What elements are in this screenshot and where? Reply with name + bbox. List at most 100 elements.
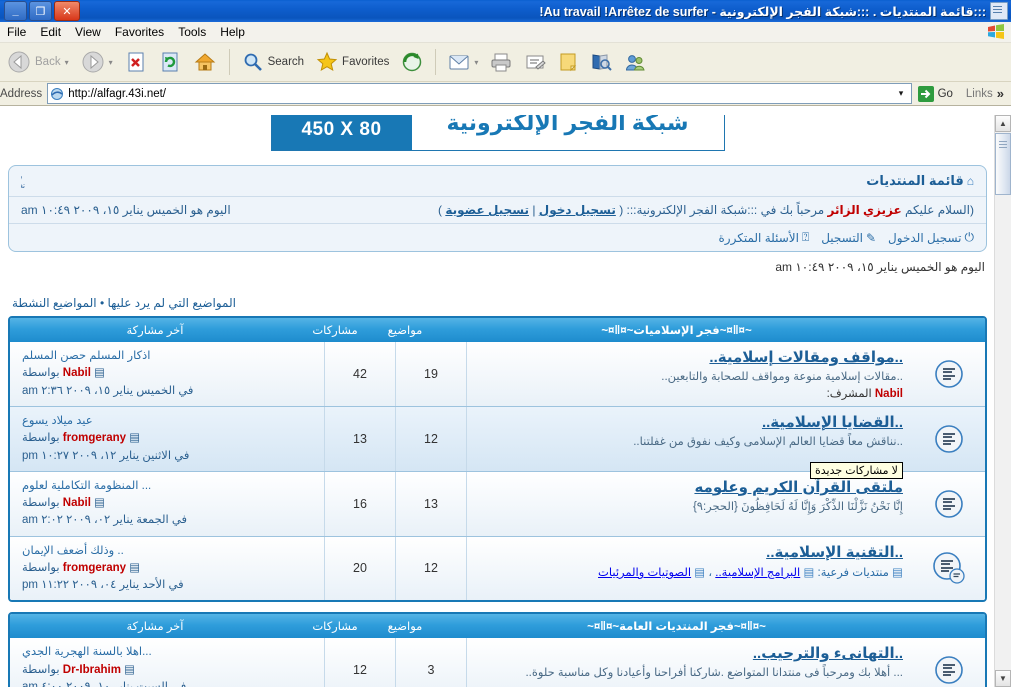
moderator-label: المشرف: xyxy=(826,388,872,401)
stop-icon xyxy=(125,51,147,73)
last-post-author[interactable]: fromgerany xyxy=(63,562,126,574)
go-button[interactable]: Go xyxy=(915,85,959,103)
goto-post-icon[interactable]: ▤ xyxy=(94,367,105,379)
last-post-cell: عيد ميلاد يسوع ▤ fromgerany بواسطة في ال… xyxy=(10,407,324,471)
scroll-up-button[interactable]: ▲ xyxy=(995,115,1011,132)
forum-name-link[interactable]: ..التهانىء والترحيب.. xyxy=(753,645,903,662)
last-post-author[interactable]: Nabil xyxy=(63,497,91,509)
moderator-name[interactable]: Nabil xyxy=(875,388,903,400)
last-post-author[interactable]: fromgerany xyxy=(63,432,126,444)
nav-register[interactable]: ✎ التسجيل xyxy=(821,231,876,245)
subforum-link-1[interactable]: البرامج الإسلامية.. xyxy=(715,567,800,579)
address-chevron-down-icon[interactable]: ▾ xyxy=(894,85,909,102)
address-url: http://alfagr.43i.net/ xyxy=(68,87,167,100)
toolbar-overflow-icon[interactable]: » xyxy=(997,86,1007,101)
forum-name-link[interactable]: ملتقى القرآن الكريم وعلومه xyxy=(694,479,903,496)
mail-button[interactable]: ▾ xyxy=(443,44,483,80)
last-post-title[interactable]: اذكار المسلم حصن المسلم xyxy=(22,348,312,365)
category-title[interactable]: ~¤ǁ¤~فجر الإسلاميات~¤ǁ¤~ xyxy=(440,323,913,337)
nav-login[interactable]: ⏻ تسجيل الدخول xyxy=(888,230,974,245)
home-button[interactable] xyxy=(188,44,222,80)
edit-page-icon xyxy=(524,52,547,72)
ad-banner[interactable]: 450 X 80 شبكة الفجر الإلكترونية xyxy=(270,115,725,151)
home-small-icon[interactable]: ⌂ xyxy=(967,174,974,188)
print-button[interactable] xyxy=(485,44,517,80)
welcome-prefix: (السلام عليكم xyxy=(905,203,974,217)
history-button[interactable] xyxy=(396,44,428,80)
edit-button[interactable] xyxy=(519,44,551,80)
login-link[interactable]: تسجيل دخول xyxy=(539,203,616,217)
vertical-scrollbar[interactable]: ▲ ▼ xyxy=(994,115,1011,687)
address-label: Address xyxy=(0,87,43,100)
last-post-by-label: بواسطة xyxy=(22,561,60,574)
menu-file[interactable]: File xyxy=(0,23,33,41)
forum-description: ... أهلا بك ومرحباً فى منتدانا المتواضع … xyxy=(525,666,903,679)
discuss-button[interactable] xyxy=(553,44,583,80)
topic-filter-links: المواضيع التي لم يرد عليها • المواضيع ال… xyxy=(0,296,985,310)
forum-no-new-posts-icon[interactable] xyxy=(934,424,964,454)
forward-chevron-down-icon[interactable]: ▾ xyxy=(109,58,113,67)
forum-status-icon-cell xyxy=(913,537,985,601)
favorites-button[interactable]: Favorites xyxy=(311,44,394,80)
forum-name-link[interactable]: ..مواقف ومقالات إسلامية.. xyxy=(709,349,903,366)
table-row[interactable]: ..مواقف ومقالات إسلامية.. ..مقالات إسلام… xyxy=(10,342,985,408)
breadcrumb[interactable]: قائمة المنتديات xyxy=(55,173,964,189)
links-button[interactable]: Links » xyxy=(962,86,1011,101)
last-post-title[interactable]: عيد ميلاد يسوع xyxy=(22,413,312,430)
last-post-title[interactable]: ...اهلا بالسنة الهجرية الجدي xyxy=(22,644,312,661)
topics-count: 12 xyxy=(395,536,466,601)
goto-post-icon[interactable]: ▤ xyxy=(94,497,105,509)
goto-post-icon[interactable]: ▤ xyxy=(129,432,140,444)
goto-post-icon[interactable]: ▤ xyxy=(124,664,135,676)
menu-view[interactable]: View xyxy=(68,23,108,41)
register-link[interactable]: تسجيل عضوية xyxy=(445,203,529,217)
window-icon xyxy=(990,2,1008,20)
refresh-button[interactable] xyxy=(154,44,186,80)
category-title-2[interactable]: ~¤ǁ¤~فجر المنتديات العامة~¤ǁ¤~ xyxy=(440,619,913,633)
subforums-label: منتديات فرعية: xyxy=(817,567,889,580)
last-post-title[interactable]: ... المنظومة التكاملية لعلوم xyxy=(22,478,312,495)
messenger-button[interactable] xyxy=(619,44,651,80)
table-row[interactable]: ..التقنية الإسلامية.. ▤ منتديات فرعية: ▤… xyxy=(10,536,985,601)
maximize-button[interactable]: ❐ xyxy=(29,1,52,21)
status-tooltip: لا مشاركات جديدة xyxy=(810,462,903,479)
printer-icon xyxy=(490,52,512,72)
refresh-icon xyxy=(159,51,181,73)
scroll-down-button[interactable]: ▼ xyxy=(995,670,1011,687)
forum-no-new-posts-icon[interactable] xyxy=(934,359,964,389)
subforum-link-2[interactable]: الصوتيات والمرئيات xyxy=(598,567,691,579)
last-post-by-label: بواسطة xyxy=(22,663,60,676)
address-input[interactable]: http://alfagr.43i.net/ ▾ xyxy=(47,83,912,104)
font-size-icon[interactable]: ∨A^ تغيير xyxy=(21,172,55,190)
back-chevron-down-icon[interactable]: ▾ xyxy=(65,58,69,67)
search-button[interactable]: Search xyxy=(237,44,309,80)
forum-no-new-posts-icon[interactable] xyxy=(934,489,964,519)
last-post-title[interactable]: .. وذلك أضعف الإيمان xyxy=(22,543,312,560)
forum-status-icon-cell xyxy=(913,342,985,406)
forum-table-header: ~¤ǁ¤~فجر الإسلاميات~¤ǁ¤~ مواضيع مشاركات … xyxy=(10,318,985,342)
forum-no-new-posts-icon[interactable] xyxy=(934,655,964,685)
minimize-button[interactable]: _ xyxy=(4,1,27,21)
menu-edit[interactable]: Edit xyxy=(33,23,68,41)
stop-button[interactable] xyxy=(120,44,152,80)
posts-count: 42 xyxy=(324,342,395,407)
last-post-author[interactable]: Nabil xyxy=(63,367,91,379)
goto-post-icon[interactable]: ▤ xyxy=(129,562,140,574)
last-post-author[interactable]: Dr-Ibrahim xyxy=(63,664,121,676)
table-row[interactable]: ..التهانىء والترحيب.. ... أهلا بك ومرحبا… xyxy=(10,638,985,687)
unanswered-topics-link[interactable]: المواضيع التي لم يرد عليها xyxy=(107,296,236,310)
forum-no-new-posts-with-subforum-icon[interactable] xyxy=(933,552,965,585)
menu-help[interactable]: Help xyxy=(213,23,252,41)
close-button[interactable]: ✕ xyxy=(54,1,80,21)
nav-faq[interactable]: ⍰ الأسئلة المتكررة xyxy=(719,230,810,245)
active-topics-link[interactable]: المواضيع النشطة xyxy=(12,296,97,310)
menu-favorites[interactable]: Favorites xyxy=(108,23,171,41)
back-button[interactable]: Back ▾ xyxy=(2,44,74,80)
forum-name-link[interactable]: ..القضايا الإسلامية.. xyxy=(762,414,903,431)
forward-button[interactable]: ▾ xyxy=(76,44,118,80)
table-row[interactable]: ملتقى القرآن الكريم وعلومه إِنَّا نَحْنُ… xyxy=(10,471,985,537)
menu-tools[interactable]: Tools xyxy=(171,23,213,41)
forum-name-link[interactable]: ..التقنية الإسلامية.. xyxy=(766,544,903,561)
research-button[interactable] xyxy=(585,44,617,80)
mail-chevron-down-icon[interactable]: ▾ xyxy=(474,58,478,67)
